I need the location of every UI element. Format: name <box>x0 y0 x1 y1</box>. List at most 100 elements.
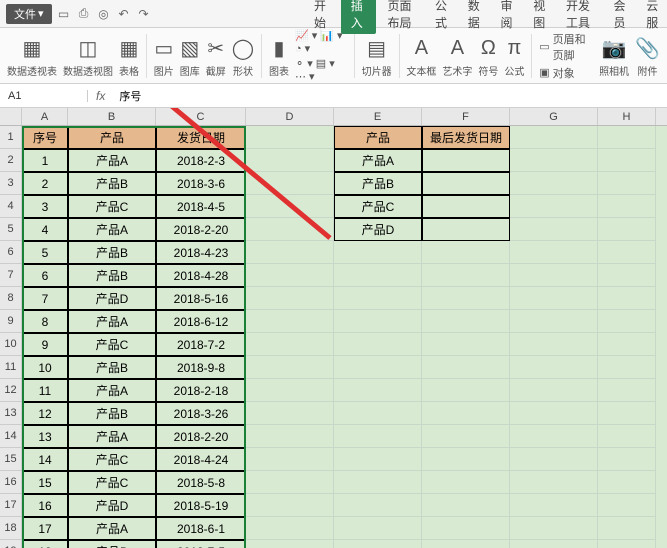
cell[interactable] <box>246 241 334 264</box>
cell[interactable] <box>598 448 656 471</box>
cell[interactable] <box>246 356 334 379</box>
cell[interactable]: 产品D <box>68 494 156 517</box>
redo-icon[interactable]: ↷ <box>136 6 152 22</box>
row-header[interactable]: 13 <box>0 402 22 425</box>
shapes-button[interactable]: ◯形状 <box>229 33 257 78</box>
tab-view[interactable]: 视图 <box>527 0 554 34</box>
cell[interactable]: 2018-3-26 <box>156 402 246 425</box>
row-header[interactable]: 6 <box>0 241 22 264</box>
cell[interactable] <box>334 310 422 333</box>
cell[interactable]: 18 <box>22 540 68 548</box>
cell[interactable] <box>598 195 656 218</box>
tab-start[interactable]: 开始 <box>308 0 335 34</box>
cell[interactable] <box>510 333 598 356</box>
headerfooter-group[interactable]: ▭ 页眉和页脚 ▣ 对象 <box>536 31 596 81</box>
cell[interactable] <box>510 540 598 548</box>
cell[interactable] <box>598 287 656 310</box>
col-G[interactable]: G <box>510 108 598 125</box>
cell[interactable] <box>510 448 598 471</box>
cell[interactable]: 产品A <box>68 149 156 172</box>
cell[interactable] <box>422 494 510 517</box>
cell[interactable] <box>598 333 656 356</box>
cell[interactable] <box>598 264 656 287</box>
spreadsheet-grid[interactable]: A B C D E F G H 1序号产品发货日期产品最后发货日期21产品A20… <box>0 108 667 548</box>
cell[interactable] <box>422 264 510 287</box>
cell[interactable]: 2018-2-18 <box>156 379 246 402</box>
cell[interactable] <box>598 218 656 241</box>
cell[interactable]: 7 <box>22 287 68 310</box>
col-B[interactable]: B <box>68 108 156 125</box>
row-header[interactable]: 1 <box>0 126 22 149</box>
cell[interactable] <box>422 448 510 471</box>
tab-formula[interactable]: 公式 <box>429 0 456 34</box>
cell[interactable] <box>334 471 422 494</box>
row-header[interactable]: 11 <box>0 356 22 379</box>
row-header[interactable]: 17 <box>0 494 22 517</box>
cell[interactable] <box>246 379 334 402</box>
row-header[interactable]: 10 <box>0 333 22 356</box>
cell[interactable] <box>510 379 598 402</box>
cell[interactable]: 2018-6-1 <box>156 517 246 540</box>
tab-insert[interactable]: 插入 <box>341 0 376 34</box>
chart-button[interactable]: ▮图表 <box>266 33 292 78</box>
cell[interactable] <box>598 241 656 264</box>
cell[interactable] <box>598 149 656 172</box>
cell[interactable]: 2018-5-8 <box>156 471 246 494</box>
cell[interactable] <box>334 425 422 448</box>
cell[interactable] <box>246 264 334 287</box>
cell[interactable]: 2018-4-24 <box>156 448 246 471</box>
cell[interactable] <box>246 540 334 548</box>
cell[interactable] <box>334 333 422 356</box>
cell[interactable] <box>422 517 510 540</box>
symbol-button[interactable]: Ω符号 <box>475 33 501 78</box>
row-header[interactable]: 12 <box>0 379 22 402</box>
cell[interactable] <box>510 126 598 149</box>
camera-button[interactable]: 📷照相机 <box>596 33 632 78</box>
cell[interactable] <box>422 287 510 310</box>
col-C[interactable]: C <box>156 108 246 125</box>
cell[interactable]: 2018-2-20 <box>156 425 246 448</box>
cell[interactable]: 产品A <box>68 310 156 333</box>
cell[interactable] <box>598 540 656 548</box>
cell[interactable] <box>598 425 656 448</box>
cell[interactable]: 产品B <box>68 540 156 548</box>
cell[interactable] <box>246 218 334 241</box>
row-header[interactable]: 7 <box>0 264 22 287</box>
cell[interactable] <box>422 402 510 425</box>
cell[interactable] <box>510 402 598 425</box>
cell[interactable] <box>510 517 598 540</box>
cell[interactable] <box>334 517 422 540</box>
cell[interactable] <box>246 471 334 494</box>
cell[interactable] <box>422 333 510 356</box>
cell[interactable]: 产品C <box>68 471 156 494</box>
cell[interactable]: 产品B <box>68 241 156 264</box>
cell[interactable]: 2018-4-28 <box>156 264 246 287</box>
cell[interactable] <box>598 126 656 149</box>
cell[interactable]: 12 <box>22 402 68 425</box>
cell[interactable]: 产品A <box>68 517 156 540</box>
cell[interactable] <box>246 402 334 425</box>
cell[interactable]: 最后发货日期 <box>422 126 510 149</box>
cell[interactable]: 10 <box>22 356 68 379</box>
col-E[interactable]: E <box>334 108 422 125</box>
fx-icon[interactable]: fx <box>88 89 113 103</box>
col-F[interactable]: F <box>422 108 510 125</box>
cell[interactable] <box>422 218 510 241</box>
table-button[interactable]: ▦表格 <box>116 33 142 78</box>
col-H[interactable]: H <box>598 108 656 125</box>
cell[interactable] <box>510 264 598 287</box>
slicer-button[interactable]: ▤切片器 <box>359 33 395 78</box>
cell[interactable]: 2018-7-2 <box>156 333 246 356</box>
cell[interactable]: 2018-9-8 <box>156 356 246 379</box>
cell[interactable]: 2018-4-5 <box>156 195 246 218</box>
cell[interactable]: 产品C <box>68 333 156 356</box>
cell[interactable]: 1 <box>22 149 68 172</box>
cell[interactable] <box>598 356 656 379</box>
cell[interactable] <box>510 494 598 517</box>
file-menu[interactable]: 文件▾ <box>6 4 52 24</box>
tab-data[interactable]: 数据 <box>462 0 489 34</box>
tab-layout[interactable]: 页面布局 <box>382 0 424 34</box>
print-icon[interactable]: ⎙ <box>76 6 92 22</box>
picture-button[interactable]: ▭图片 <box>151 33 177 78</box>
cell[interactable] <box>246 333 334 356</box>
